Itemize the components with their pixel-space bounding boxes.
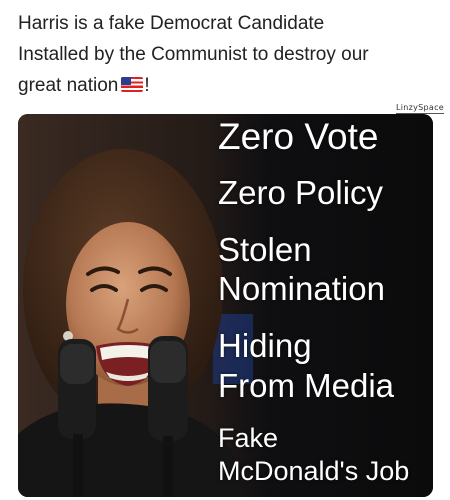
meme-line-7: Fake — [218, 423, 279, 453]
post-line-3-text: great nation — [18, 75, 119, 96]
post-text: Harris is a fake Democrat Candidate Inst… — [18, 8, 438, 101]
post-line-3-suffix: ! — [144, 75, 150, 96]
meme-line-6: From Media — [218, 367, 395, 404]
meme-line-2: Zero Policy — [218, 174, 384, 211]
meme-line-4: Nomination — [218, 270, 385, 307]
watermark: LinzySpace — [395, 103, 444, 114]
meme-image[interactable]: Zero Vote Zero Policy Stolen Nomination … — [18, 114, 433, 497]
post-line-2: Installed by the Communist to destroy ou… — [18, 44, 369, 65]
meme-line-3: Stolen — [218, 231, 312, 268]
meme-line-1: Zero Vote — [218, 116, 379, 157]
us-flag-icon — [121, 77, 144, 92]
meme-line-5: Hiding — [218, 327, 312, 364]
post-line-3: great nation! — [18, 70, 438, 101]
post-line-1: Harris is a fake Democrat Candidate — [18, 13, 325, 34]
meme-line-8: McDonald's Job — [218, 456, 410, 486]
